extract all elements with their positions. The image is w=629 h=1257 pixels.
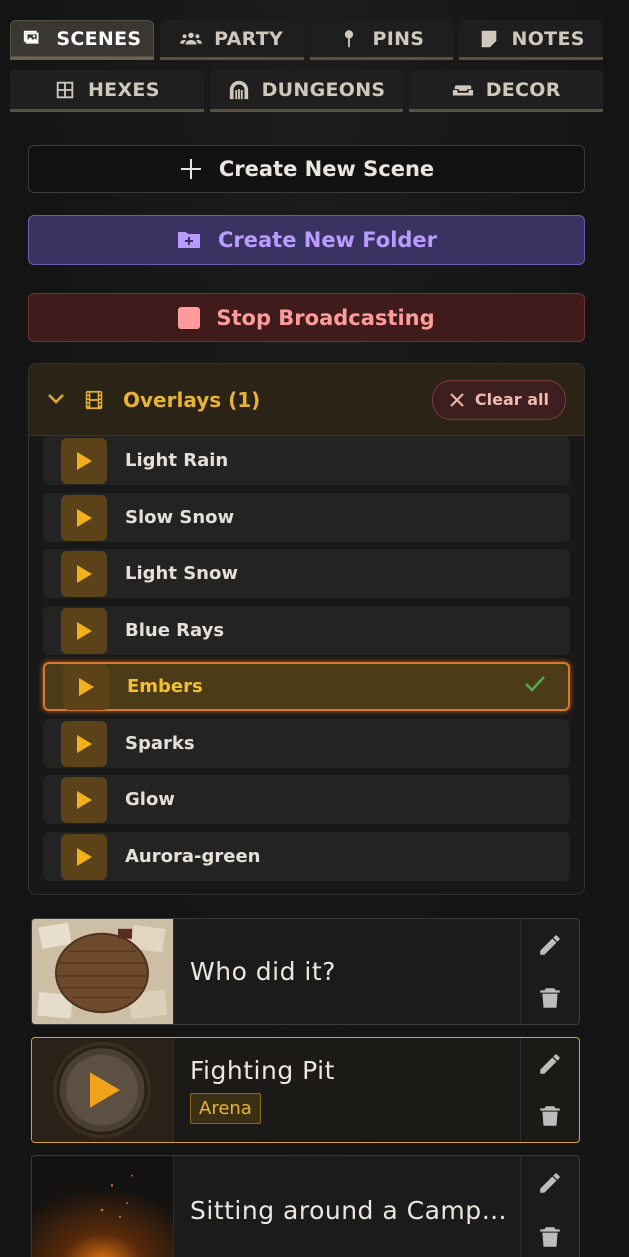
plus-icon [180, 159, 201, 179]
trash-icon[interactable] [537, 985, 563, 1011]
tab-decor[interactable]: DECOR [409, 70, 604, 112]
scenes-panel: SCENES PARTY PINS NOTES HEXES DUNGEONS D… [0, 0, 629, 1257]
secondary-tabs: HEXES DUNGEONS DECOR [10, 70, 604, 112]
overlays-header[interactable]: Overlays (1) Clear all [29, 364, 584, 436]
play-icon[interactable] [61, 776, 107, 823]
scene-card[interactable]: Who did it? [31, 918, 580, 1025]
create-scene-button[interactable]: Create New Scene [28, 145, 585, 193]
scene-card[interactable]: Sitting around a Camp… [31, 1155, 580, 1257]
overlays-panel: Overlays (1) Clear all Light Rain Slow S… [28, 363, 585, 895]
scene-title: Fighting Pit [190, 1056, 335, 1085]
dungeon-icon [229, 80, 248, 99]
overlay-item[interactable]: Slow Snow [43, 493, 570, 542]
users-icon [180, 32, 203, 44]
overlay-name: Aurora-green [125, 846, 261, 867]
tab-label: DECOR [485, 78, 561, 101]
scene-thumbnail [32, 1156, 173, 1257]
edit-icon[interactable] [537, 932, 563, 958]
tab-label: NOTES [511, 27, 585, 50]
sofa-icon [452, 84, 473, 95]
stop-broadcasting-button[interactable]: Stop Broadcasting [28, 293, 585, 342]
trash-icon[interactable] [537, 1224, 563, 1250]
film-icon [85, 390, 103, 409]
overlay-item[interactable]: Aurora-green [43, 832, 570, 881]
scene-info: Fighting Pit Arena [173, 1038, 520, 1142]
overlay-name: Slow Snow [125, 507, 235, 528]
overlay-item[interactable]: Glow [43, 775, 570, 824]
image-icon [24, 30, 39, 44]
primary-tabs: SCENES PARTY PINS NOTES [10, 20, 603, 60]
trash-icon[interactable] [537, 1103, 563, 1129]
edit-icon[interactable] [537, 1170, 563, 1196]
scene-tag: Arena [190, 1093, 261, 1124]
create-folder-button[interactable]: Create New Folder [28, 215, 585, 265]
overlay-name: Light Snow [125, 563, 238, 584]
overlay-name: Light Rain [125, 450, 229, 471]
tab-party[interactable]: PARTY [159, 20, 304, 60]
stop-broadcasting-label: Stop Broadcasting [216, 305, 435, 330]
overlay-name: Sparks [125, 733, 195, 754]
play-icon[interactable] [63, 663, 109, 710]
tab-dungeons[interactable]: DUNGEONS [209, 70, 404, 112]
create-scene-label: Create New Scene [218, 157, 435, 181]
folder-plus-icon [177, 232, 200, 248]
overlay-item[interactable]: Light Rain [43, 436, 570, 485]
create-folder-label: Create New Folder [217, 228, 438, 252]
pin-icon [345, 29, 354, 47]
overlay-item[interactable]: Light Snow [43, 549, 570, 598]
scene-title: Sitting around a Camp… [190, 1195, 508, 1225]
play-icon[interactable] [61, 494, 107, 541]
tab-label: SCENES [56, 27, 142, 50]
scene-actions [520, 1038, 579, 1142]
scene-info: Sitting around a Camp… [173, 1156, 520, 1257]
scene-info: Who did it? [173, 919, 520, 1024]
tab-label: PARTY [214, 27, 284, 50]
overlay-item[interactable]: Blue Rays [43, 606, 570, 655]
edit-icon[interactable] [537, 1051, 563, 1077]
clear-all-label: Clear all [474, 390, 549, 409]
overlay-name: Embers [127, 676, 203, 697]
play-icon[interactable] [61, 550, 107, 597]
scene-actions [520, 1156, 579, 1257]
play-icon[interactable] [61, 437, 107, 484]
overlay-name: Blue Rays [125, 620, 225, 641]
scene-card-active[interactable]: Fighting Pit Arena [31, 1037, 580, 1143]
tab-pins[interactable]: PINS [309, 20, 454, 60]
tab-label: PINS [372, 27, 425, 50]
tab-scenes[interactable]: SCENES [10, 20, 154, 60]
play-icon[interactable] [61, 833, 107, 880]
overlay-item-selected[interactable]: Embers [43, 662, 570, 711]
scene-actions [520, 919, 579, 1024]
play-icon[interactable] [61, 720, 107, 767]
note-icon [481, 30, 496, 47]
scene-thumbnail [32, 1038, 173, 1142]
clear-all-button[interactable]: Clear all [431, 379, 566, 420]
tab-label: HEXES [87, 78, 160, 101]
grid-icon [56, 81, 74, 98]
scene-thumbnail [32, 919, 173, 1024]
overlays-title: Overlays (1) [123, 387, 261, 412]
close-icon [450, 392, 464, 407]
tab-hexes[interactable]: HEXES [10, 70, 204, 112]
overlay-name: Glow [125, 789, 175, 810]
scene-title: Who did it? [190, 957, 336, 986]
play-icon[interactable] [61, 607, 107, 654]
overlay-item[interactable]: Sparks [43, 719, 570, 768]
chevron-down-icon[interactable] [47, 389, 65, 410]
stop-icon [178, 306, 201, 329]
tab-notes[interactable]: NOTES [459, 20, 603, 60]
checkmark-icon [524, 674, 546, 699]
tab-label: DUNGEONS [261, 78, 386, 101]
